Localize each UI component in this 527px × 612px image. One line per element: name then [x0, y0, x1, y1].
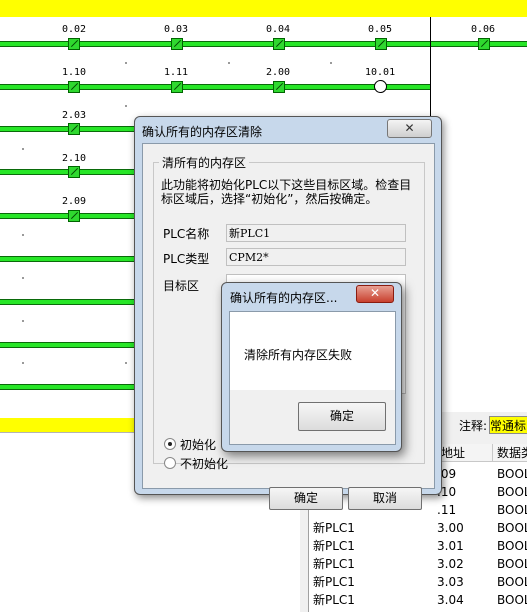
alert-title: 确认所有的内存区...	[230, 291, 338, 305]
grid-dot	[125, 105, 127, 107]
note-field[interactable]: 常通标	[489, 416, 527, 434]
radio-no-initialize-label[interactable]: 不初始化	[180, 455, 228, 472]
cell-address: 3.04	[437, 593, 464, 607]
output-coil[interactable]	[374, 80, 387, 93]
top-highlight-bar	[0, 0, 527, 17]
note-label: 注释:	[459, 419, 488, 433]
alert-message: 清除所有内存区失败	[244, 348, 353, 362]
plc-name-label: PLC名称	[163, 227, 210, 241]
cell-address: 3.01	[437, 539, 464, 553]
rung-line	[0, 84, 430, 90]
contact[interactable]	[273, 38, 285, 50]
rung-line	[0, 41, 430, 47]
description-text: 此功能将初始化PLC以下这些目标区域。检查目标区域后，选择“初始化”，然后按确定…	[161, 178, 412, 206]
cell-name: 新PLC1	[313, 593, 355, 607]
ok-button[interactable]: 确定	[269, 487, 343, 510]
plc-name-field: 新PLC1	[226, 224, 406, 242]
cell-datatype: BOOL	[497, 593, 527, 607]
alert-close-button[interactable]: ✕	[356, 285, 394, 303]
contact[interactable]	[478, 38, 490, 50]
cell-address: .10	[437, 485, 457, 499]
grid-dot	[330, 62, 332, 64]
contact-address: 0.06	[471, 24, 496, 35]
cell-datatype: BOOL	[497, 485, 527, 499]
contact[interactable]	[68, 166, 80, 178]
cancel-button[interactable]: 取消	[348, 487, 422, 510]
dialog-title: 确认所有的内存区清除	[142, 125, 263, 139]
alert-message-area: 清除所有内存区失败	[230, 312, 395, 390]
cell-address: .09	[437, 467, 457, 481]
cell-address: .11	[437, 503, 457, 517]
cell-datatype: BOOL	[497, 503, 527, 517]
contact-address: 0.03	[164, 24, 189, 35]
cell-name: 新PLC1	[313, 521, 355, 535]
contact-address: 0.05	[368, 24, 393, 35]
contact-address: 0.02	[62, 24, 87, 35]
contact[interactable]	[68, 81, 80, 93]
cell-datatype: BOOL	[497, 467, 527, 481]
cell-datatype: BOOL	[497, 521, 527, 535]
grid-dot	[228, 62, 230, 64]
grid-dot	[22, 234, 24, 236]
cell-name: 新PLC1	[313, 557, 355, 571]
close-button[interactable]: ✕	[387, 119, 432, 138]
alert-ok-button[interactable]: 确定	[298, 402, 386, 431]
contact[interactable]	[171, 38, 183, 50]
grid-dot	[125, 62, 127, 64]
contact[interactable]	[171, 81, 183, 93]
contact[interactable]	[273, 81, 285, 93]
cell-name: 新PLC1	[313, 539, 355, 553]
contact-address: 2.10	[62, 153, 87, 164]
contact-address: 2.03	[62, 110, 87, 121]
grid-dot	[125, 362, 127, 364]
cell-datatype: BOOL	[497, 539, 527, 553]
cell-datatype: BOOL	[497, 575, 527, 589]
column-header-address[interactable]: 地址	[437, 444, 493, 462]
contact-address: 1.11	[164, 67, 189, 78]
cell-datatype: BOOL	[497, 557, 527, 571]
radio-no-initialize[interactable]	[164, 457, 176, 469]
target-area-label: 目标区	[163, 279, 200, 293]
contact-address: 1.10	[62, 67, 87, 78]
grid-dot	[22, 277, 24, 279]
grid-dot	[22, 148, 24, 150]
coil-address: 10.01	[365, 67, 396, 78]
radio-initialize-label[interactable]: 初始化	[180, 436, 216, 453]
contact[interactable]	[375, 38, 387, 50]
plc-type-label: PLC类型	[163, 252, 210, 266]
contact-address: 2.09	[62, 196, 87, 207]
error-alert-dialog: 确认所有的内存区... ✕ 清除所有内存区失败 确定	[221, 282, 402, 452]
cell-name: 新PLC1	[313, 575, 355, 589]
column-header-datatype[interactable]: 数据类	[493, 444, 527, 462]
contact[interactable]	[68, 210, 80, 222]
grid-dot	[22, 320, 24, 322]
radio-initialize[interactable]	[164, 438, 176, 450]
cell-address: 3.02	[437, 557, 464, 571]
alert-body: 清除所有内存区失败 确定	[229, 311, 396, 445]
contact-address: 2.00	[266, 67, 291, 78]
cell-address: 3.03	[437, 575, 464, 589]
grid-dot	[22, 362, 24, 364]
contact[interactable]	[68, 38, 80, 50]
contact[interactable]	[68, 123, 80, 135]
group-title: 清所有的内存区	[159, 154, 250, 171]
cell-address: 3.00	[437, 521, 464, 535]
plc-type-field: CPM2*	[226, 248, 406, 266]
contact-address: 0.04	[266, 24, 291, 35]
